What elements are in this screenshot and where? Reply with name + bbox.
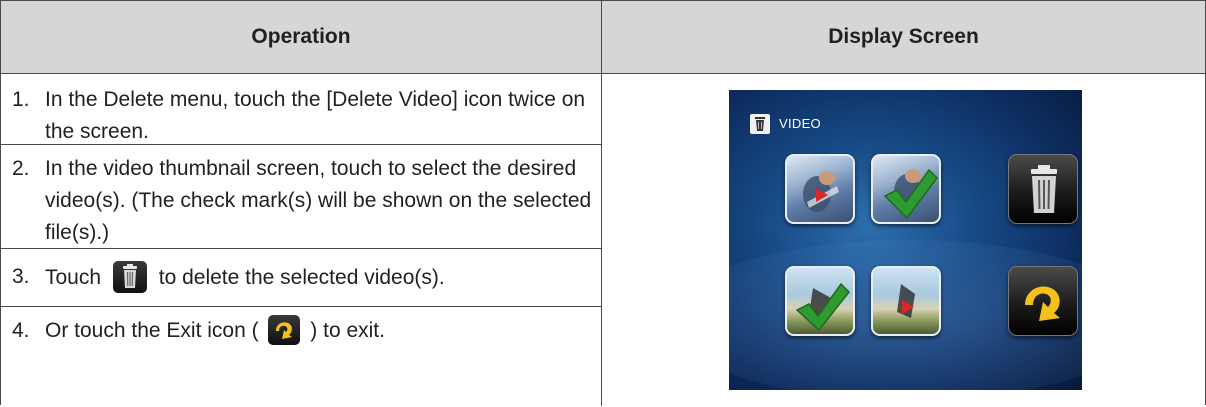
instruction-table: Operation Display Screen 1. In the Delet… [0,0,1206,405]
video-thumbnail-4[interactable] [871,266,941,336]
step-text: In the Delete menu, touch the [Delete Vi… [45,84,595,148]
step-number: 1. [12,84,30,116]
check-icon [787,268,855,336]
step-text-after: to delete the selected video(s). [159,266,445,289]
step-1: 1. In the Delete menu, touch the [Delete… [1,74,601,145]
screen-title: VIDEO [779,116,821,131]
step-4: 4. Or touch the Exit icon ( ) to exit. [1,307,601,407]
operation-header: Operation [1,1,601,73]
delete-button[interactable] [1008,154,1078,224]
trash-icon [1009,155,1078,224]
display-screen-header: Display Screen [602,1,1205,73]
device-screen-preview: VIDEO [729,90,1082,390]
step-2: 2. In the video thumbnail screen, touch … [1,145,601,249]
trash-icon [113,261,147,293]
step-text-after: ) to exit. [310,319,385,342]
table-header: Operation Display Screen [1,1,1205,74]
video-thumbnail-1[interactable] [785,154,855,224]
trash-icon [750,114,770,134]
video-thumbnail-2[interactable] [871,154,941,224]
video-thumbnail-3[interactable] [785,266,855,336]
exit-icon [268,315,300,345]
exit-icon [1009,267,1078,336]
check-icon [873,156,941,224]
step-text: Or touch the Exit icon ( ) to exit. [45,315,595,347]
play-icon [873,268,941,336]
column-divider [601,1,602,406]
exit-button[interactable] [1008,266,1078,336]
step-text: In the video thumbnail screen, touch to … [45,153,595,249]
step-3: 3. Touch to delete the selected video(s)… [1,249,601,307]
step-text-before: Touch [45,266,101,289]
step-text: Touch to delete the selected video(s). [45,261,595,294]
step-number: 3. [12,261,30,293]
step-number: 4. [12,315,30,347]
step-text-before: Or touch the Exit icon ( [45,319,259,342]
step-number: 2. [12,153,30,185]
play-icon [787,156,855,224]
